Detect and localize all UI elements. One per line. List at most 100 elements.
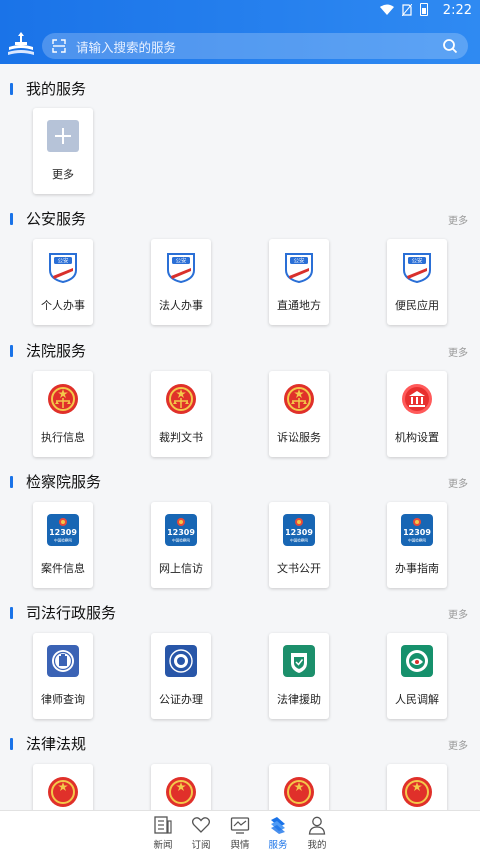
hotline-number: 12309 [285, 528, 313, 537]
service-label: 更多 [52, 168, 74, 181]
police-shield-icon: 公安 [403, 253, 431, 283]
battery-icon [420, 3, 428, 16]
status-time: 2:22 [442, 3, 472, 18]
police-shield-icon: 公安 [49, 253, 77, 283]
law-more-link[interactable]: 更多 [448, 737, 468, 752]
tab-label: 我的 [307, 840, 327, 851]
app-header: 2:22 请输入搜索的服务 [0, 0, 480, 64]
service-card-litigation[interactable]: 诉讼服务 [269, 371, 329, 457]
national-emblem-icon [402, 777, 432, 807]
search-bar[interactable]: 请输入搜索的服务 [42, 33, 468, 59]
bottom-tab-bar: 新闻 订阅 舆情 服务 我的 [0, 810, 480, 853]
service-label: 办事指南 [395, 562, 439, 575]
hotline-12309-icon: 12309 中国检察网 [165, 514, 197, 546]
tab-label: 舆情 [230, 840, 250, 851]
hotline-12309-icon: 12309 中国检察网 [283, 514, 315, 546]
national-emblem-icon [48, 777, 78, 807]
court-more-link[interactable]: 更多 [448, 344, 468, 359]
service-card-local[interactable]: 公安 直通地方 [269, 239, 329, 325]
service-label: 人民调解 [395, 693, 439, 706]
add-icon [47, 120, 79, 152]
institution-icon [402, 384, 432, 414]
service-card-legal-aid[interactable]: 法律援助 [269, 633, 329, 719]
procuratorate-more-link[interactable]: 更多 [448, 475, 468, 490]
police-badge-text: 公安 [57, 257, 69, 265]
service-content[interactable]: 我的服务 更多 公安服务 更多 公安 个人办事 公安 法人办事 公安 直通地方 … [0, 64, 480, 810]
service-card-lawyer-search[interactable]: 律师查询 [33, 633, 93, 719]
service-card-notary[interactable]: 公证办理 [151, 633, 211, 719]
police-more-link[interactable]: 更多 [448, 212, 468, 227]
service-label: 律师查询 [41, 693, 85, 706]
judicial-more-link[interactable]: 更多 [448, 606, 468, 621]
service-label: 网上信访 [159, 562, 203, 575]
service-card-law-2[interactable] [151, 764, 211, 810]
section-title-judicial: 司法行政服务 [10, 602, 116, 623]
service-card-more[interactable]: 更多 [33, 108, 93, 194]
service-label: 裁判文书 [159, 431, 203, 444]
service-card-online-petition[interactable]: 12309 中国检察网 网上信访 [151, 502, 211, 588]
service-card-law-3[interactable] [269, 764, 329, 810]
tab-label: 服务 [268, 840, 288, 851]
service-card-law-4[interactable] [387, 764, 447, 810]
hotline-12309-icon: 12309 中国检察网 [401, 514, 433, 546]
tab-label: 新闻 [153, 840, 173, 851]
section-marker [10, 344, 13, 357]
national-emblem-icon [284, 777, 314, 807]
section-title-text: 公安服务 [26, 210, 87, 228]
hotline-caption: 中国检察网 [408, 538, 426, 543]
scan-icon[interactable] [52, 39, 66, 53]
user-icon [308, 816, 326, 835]
hotline-caption: 中国检察网 [54, 538, 72, 543]
tab-label: 订阅 [191, 840, 211, 851]
app-logo[interactable] [6, 30, 36, 58]
hotline-number: 12309 [49, 528, 77, 537]
service-label: 机构设置 [395, 431, 439, 444]
police-badge-text: 公安 [293, 257, 305, 265]
tab-mine[interactable]: 我的 [297, 815, 337, 851]
section-title-my: 我的服务 [10, 78, 86, 99]
tab-sentiment[interactable]: 舆情 [220, 815, 260, 851]
service-card-convenience[interactable]: 公安 便民应用 [387, 239, 447, 325]
service-icon [271, 817, 285, 834]
section-marker [10, 606, 13, 619]
service-label: 便民应用 [395, 299, 439, 312]
legal-aid-icon [283, 645, 315, 677]
section-marker [10, 82, 13, 95]
service-card-judgments[interactable]: 裁判文书 [151, 371, 211, 457]
service-card-documents[interactable]: 12309 中国检察网 文书公开 [269, 502, 329, 588]
service-card-case-info[interactable]: 12309 中国检察网 案件信息 [33, 502, 93, 588]
section-title-text: 法院服务 [26, 342, 87, 360]
section-title-text: 法律法规 [26, 735, 87, 753]
news-icon [154, 816, 172, 834]
service-label: 法人办事 [159, 299, 203, 312]
service-label: 执行信息 [41, 431, 85, 444]
tab-news[interactable]: 新闻 [143, 815, 183, 851]
section-marker [10, 475, 13, 488]
hotline-number: 12309 [403, 528, 431, 537]
sim-icon [402, 3, 412, 16]
tab-service[interactable]: 服务 [258, 815, 298, 851]
service-label: 法律援助 [277, 693, 321, 706]
status-bar: 2:22 [0, 0, 480, 22]
lawyer-badge-icon [47, 645, 79, 677]
section-title-text: 我的服务 [26, 80, 87, 98]
service-card-institutions[interactable]: 机构设置 [387, 371, 447, 457]
service-label: 个人办事 [41, 299, 85, 312]
service-card-corporate[interactable]: 公安 法人办事 [151, 239, 211, 325]
service-label: 直通地方 [277, 299, 321, 312]
search-placeholder[interactable]: 请输入搜索的服务 [76, 37, 176, 56]
court-emblem-icon [284, 384, 314, 414]
service-card-mediation[interactable]: 人民调解 [387, 633, 447, 719]
hotline-caption: 中国检察网 [290, 538, 308, 543]
monitor-icon [230, 817, 250, 834]
service-card-personal[interactable]: 公安 个人办事 [33, 239, 93, 325]
service-card-guide[interactable]: 12309 中国检察网 办事指南 [387, 502, 447, 588]
mediation-icon [401, 645, 433, 677]
section-marker [10, 737, 13, 750]
service-card-law-1[interactable] [33, 764, 93, 810]
section-title-procuratorate: 检察院服务 [10, 471, 101, 492]
tab-subscribe[interactable]: 订阅 [181, 815, 221, 851]
search-icon[interactable] [442, 38, 458, 54]
service-card-execution[interactable]: 执行信息 [33, 371, 93, 457]
section-marker [10, 212, 13, 225]
